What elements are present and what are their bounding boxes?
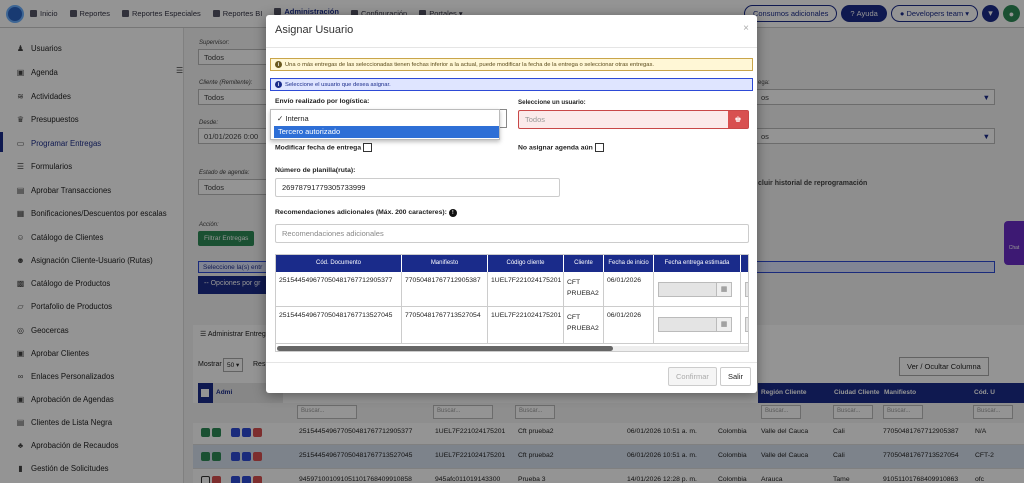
planilla-input[interactable]: 26978791779305733999	[275, 178, 560, 197]
confirmar-button[interactable]: Confirmar	[668, 367, 717, 386]
modificar-fecha-checkbox[interactable]	[363, 143, 373, 152]
header-codigo-cliente: Código cliente	[488, 255, 564, 272]
cell-cod-documento: 251544549677050481767712905377	[276, 272, 402, 306]
cell-manifiesto: 77050481767712905387	[402, 272, 488, 306]
recomendaciones-textarea[interactable]: Recomendaciones adicionales	[275, 224, 749, 243]
cell-cliente: CFT PRUEBA2	[564, 307, 604, 343]
close-icon[interactable]: ×	[743, 23, 749, 34]
usuario-select[interactable]: Todos ♚	[518, 110, 749, 129]
envio-label: Envío realizado por logística:	[275, 98, 370, 105]
info-icon: i	[275, 81, 282, 88]
no-asignar-checkbox[interactable]	[594, 143, 604, 152]
cell-codigo-cliente: 1UEL7F221024175201	[488, 272, 564, 306]
planilla-label: Número de planilla(ruta):	[275, 167, 356, 174]
cell-extra	[741, 307, 748, 343]
cell-cliente: CFT PRUEBA2	[564, 272, 604, 306]
cell-fecha-inicio: 06/01/2026	[604, 307, 654, 343]
scrollbar-thumb[interactable]	[277, 346, 613, 351]
modal-table: Cód. Documento Manifiesto Código cliente…	[275, 254, 749, 352]
divider	[266, 362, 757, 363]
option-interna[interactable]: ✓ Interna	[273, 113, 499, 125]
cell-manifiesto: 77050481767713527054	[402, 307, 488, 343]
horizontal-scrollbar[interactable]	[277, 346, 748, 351]
header-manifiesto: Manifiesto	[402, 255, 488, 272]
recomendaciones-label: Recomendaciones adicionales (Máx. 200 ca…	[275, 209, 457, 217]
cell-fecha-entrega: ▦	[654, 272, 741, 306]
no-asignar-label: No asignar agenda aún	[518, 143, 604, 152]
table-row[interactable]: 251544549677050481767713527045 770504817…	[276, 307, 748, 344]
header-fecha-inicio: Fecha de inicio	[604, 255, 654, 272]
modal-title: Asignar Usuario	[275, 24, 354, 36]
header-cliente: Cliente	[564, 255, 604, 272]
cell-extra	[741, 272, 748, 306]
usuario-label: Seleccione un usuario:	[518, 99, 586, 106]
header-extra	[741, 255, 748, 272]
salir-button[interactable]: Salir	[720, 367, 752, 386]
header-cod-documento: Cód. Documento	[276, 255, 402, 272]
cell-codigo-cliente: 1UEL7F221024175201	[488, 307, 564, 343]
asignar-usuario-modal: Asignar Usuario × i Una o más entregas d…	[266, 15, 757, 393]
cell-fecha-inicio: 06/01/2026	[604, 272, 654, 306]
exclamation-icon: !	[448, 209, 457, 217]
info-icon: i	[275, 61, 282, 68]
header-fecha-entrega: Fecha entrega estimada	[654, 255, 741, 272]
cell-cod-documento: 251544549677050481767713527045	[276, 307, 402, 343]
divider	[266, 47, 757, 48]
option-tercero-autorizado[interactable]: Tercero autorizado	[274, 126, 499, 138]
users-icon[interactable]: ♚	[728, 111, 748, 128]
warning-alert: i Una o más entregas de las seleccionada…	[270, 58, 753, 71]
table-row[interactable]: 251544549677050481767712905377 770504817…	[276, 272, 748, 307]
envio-dropdown: ✓ Interna Tercero autorizado	[270, 109, 500, 140]
modificar-fecha-label: Modificar fecha de entrega	[275, 143, 373, 152]
calendar-icon[interactable]: ▦	[716, 282, 732, 297]
info-alert: i Seleccione el usuario que desea asigna…	[270, 78, 753, 91]
cell-fecha-entrega: ▦	[654, 307, 741, 343]
calendar-icon[interactable]: ▦	[716, 317, 732, 332]
